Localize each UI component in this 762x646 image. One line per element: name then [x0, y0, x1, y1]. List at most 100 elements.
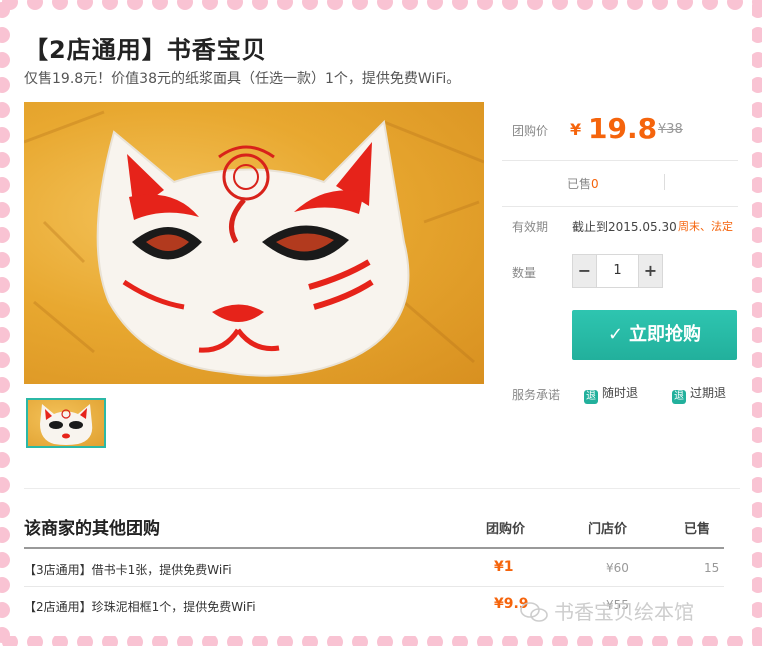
border-dot	[0, 577, 10, 593]
border-dot	[752, 102, 762, 118]
border-dot	[427, 0, 443, 10]
border-dot	[127, 0, 143, 10]
border-dot	[752, 452, 762, 468]
border-dot	[752, 427, 762, 443]
watermark-text: 书香宝贝绘本馆	[554, 600, 694, 624]
fox-mask-illustration	[24, 110, 484, 377]
deal-subtitle: 仅售19.8元！价值38元的纸浆面具（任选一款）1个，提供免费WiFi。	[24, 71, 461, 87]
border-dot	[752, 552, 762, 568]
border-dot	[352, 636, 368, 646]
check-icon: ✓	[607, 324, 624, 345]
border-dot	[727, 636, 743, 646]
border-dot	[0, 252, 10, 268]
sold-count: 0	[591, 177, 599, 191]
border-dot	[527, 0, 543, 10]
border-dot	[127, 636, 143, 646]
border-dot	[0, 102, 10, 118]
border-dot	[52, 0, 68, 10]
border-dot	[177, 636, 193, 646]
deal-name[interactable]: 【2店通用】珍珠泥相框1个，提供免费WiFi	[24, 598, 256, 615]
service-refund-anytime[interactable]: 退随时退	[584, 384, 638, 404]
border-dot	[652, 636, 668, 646]
border-dot	[752, 502, 762, 518]
price-row: 团购价 ¥ 19.8 ¥38	[512, 112, 738, 154]
border-dot	[327, 636, 343, 646]
border-dot	[652, 0, 668, 10]
border-dot	[752, 177, 762, 193]
border-dot	[377, 636, 393, 646]
column-header-price: 团购价	[486, 522, 526, 537]
border-dot	[152, 636, 168, 646]
border-dot	[752, 227, 762, 243]
border-dot	[552, 0, 568, 10]
border-dot	[752, 302, 762, 318]
border-dot	[27, 0, 43, 10]
border-dot	[52, 636, 68, 646]
sold-label: 已售0	[567, 177, 599, 191]
border-dot	[177, 0, 193, 10]
dot-border-left	[0, 0, 10, 646]
row-divider	[24, 586, 724, 587]
border-dot	[252, 0, 268, 10]
border-dot	[477, 0, 493, 10]
border-dot	[0, 27, 10, 43]
quantity-input[interactable]: 1	[597, 255, 638, 287]
border-dot	[277, 636, 293, 646]
border-dot	[0, 52, 10, 68]
border-dot	[0, 452, 10, 468]
deal-name[interactable]: 【3店通用】借书卡1张，提供免费WiFi	[24, 561, 232, 578]
page-title: 【2店通用】书香宝贝	[24, 36, 267, 64]
border-dot	[0, 77, 10, 93]
border-dot	[602, 636, 618, 646]
product-main-image	[24, 102, 484, 384]
border-dot	[252, 636, 268, 646]
border-dot	[552, 636, 568, 646]
border-dot	[0, 327, 10, 343]
table-row[interactable]: 【3店通用】借书卡1张，提供免费WiFi ¥1 ¥60 15	[24, 551, 724, 587]
border-dot	[702, 636, 718, 646]
border-dot	[302, 0, 318, 10]
border-dot	[502, 0, 518, 10]
original-price: ¥38	[658, 122, 683, 137]
border-dot	[752, 152, 762, 168]
border-dot	[77, 0, 93, 10]
validity-note: 周末、法定	[678, 220, 733, 233]
border-dot	[752, 377, 762, 393]
border-dot	[0, 2, 10, 18]
group-price-label: 团购价	[512, 124, 549, 138]
border-dot	[527, 636, 543, 646]
border-dot	[752, 2, 762, 18]
decrease-button[interactable]: −	[573, 255, 597, 287]
dot-border-top	[0, 0, 762, 10]
border-dot	[0, 627, 10, 643]
service-label: 服务承诺	[512, 388, 561, 402]
border-dot	[0, 202, 10, 218]
border-dot	[377, 0, 393, 10]
border-dot	[752, 627, 762, 643]
border-dot	[0, 352, 10, 368]
border-dot	[0, 402, 10, 418]
service-refund-expired[interactable]: 退过期退	[672, 384, 726, 404]
column-header-sold: 已售	[684, 522, 711, 537]
vertical-divider	[664, 174, 665, 190]
border-dot	[627, 636, 643, 646]
product-thumbnail[interactable]	[26, 398, 106, 448]
other-deals-title: 该商家的其他团购	[24, 519, 160, 539]
border-dot	[227, 0, 243, 10]
border-dot	[752, 77, 762, 93]
column-header-store-price: 门店价	[588, 522, 628, 537]
border-dot	[0, 552, 10, 568]
quantity-label: 数量	[512, 266, 537, 280]
border-dot	[0, 227, 10, 243]
border-dot	[0, 502, 10, 518]
border-dot	[352, 0, 368, 10]
buy-now-button[interactable]: ✓ 立即抢购	[572, 310, 737, 360]
border-dot	[702, 0, 718, 10]
divider	[502, 160, 738, 161]
increase-button[interactable]: +	[638, 255, 662, 287]
border-dot	[0, 377, 10, 393]
divider	[502, 206, 738, 207]
border-dot	[0, 427, 10, 443]
border-dot	[227, 636, 243, 646]
border-dot	[152, 0, 168, 10]
